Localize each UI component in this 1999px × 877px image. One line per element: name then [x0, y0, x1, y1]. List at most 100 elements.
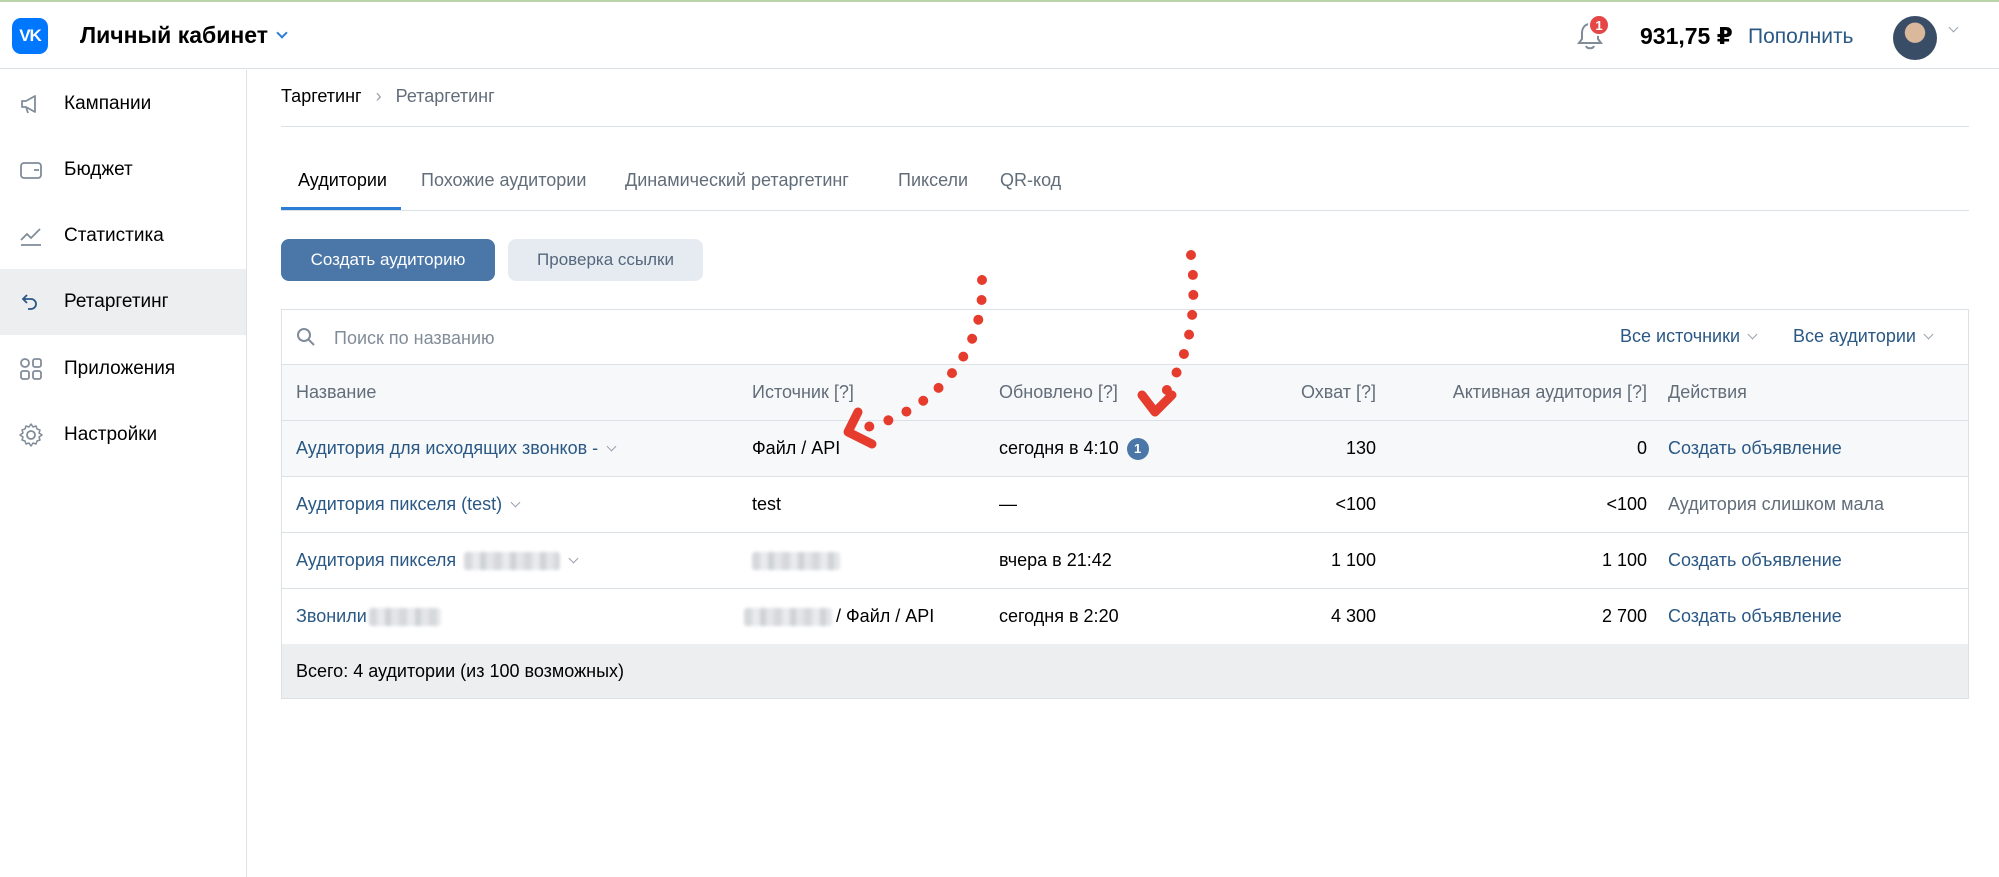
reach-cell: 130 [1345, 438, 1376, 458]
updated-cell: — [999, 494, 1017, 514]
redacted-text [752, 551, 840, 570]
wallet-icon [20, 162, 42, 179]
table-row: Звонили / Файл / API сегодня в 2:20 4 30… [282, 589, 1968, 645]
audience-name-link[interactable]: Звонили [296, 589, 441, 644]
chevron-right-icon: › [375, 86, 382, 106]
audience-name: Звонили [296, 606, 367, 626]
tab-dynamic-retargeting[interactable]: Динамический ретаргетинг [625, 170, 849, 210]
chevron-down-icon [276, 26, 288, 39]
chevron-down-icon[interactable] [1948, 22, 1959, 33]
breadcrumb: Таргетинг › Ретаргетинг [281, 86, 495, 107]
sidebar-item-label: Кампании [64, 93, 152, 114]
audience-name-link[interactable]: Аудитория пикселя (test) [296, 477, 521, 532]
reach-cell: 1 100 [1330, 550, 1376, 570]
search-bar: Все источники Все аудитории [282, 310, 1968, 365]
redacted-text [744, 607, 832, 626]
vk-logo-icon[interactable]: VK [12, 18, 48, 54]
create-ad-link[interactable]: Создать объявление [1668, 533, 1842, 588]
sidebar-item-label: Бюджет [64, 159, 133, 180]
top-header: VK Личный кабинет 1 931,75 ₽ Пополнить [0, 0, 1999, 69]
filter-sources-dropdown[interactable]: Все источники [1620, 326, 1758, 347]
tab-pixels[interactable]: Пиксели [898, 170, 968, 210]
tab-lookalike[interactable]: Похожие аудитории [421, 170, 586, 210]
filter-audiences-dropdown[interactable]: Все аудитории [1793, 326, 1934, 347]
sidebar: Кампании Бюджет Статистика Ретаргетинг П… [0, 70, 247, 877]
tab-qr-code[interactable]: QR-код [1000, 170, 1061, 210]
table-footer-total: Всего: 4 аудитории (из 100 возможных) [282, 644, 1968, 698]
sidebar-item-statistics[interactable]: Статистика [0, 203, 246, 269]
avatar[interactable] [1893, 16, 1937, 60]
tab-audiences[interactable]: Аудитории [298, 170, 387, 210]
audience-name: Аудитория пикселя [296, 550, 457, 570]
table-header: Название Источник [?] Обновлено [?] Охва… [282, 365, 1968, 421]
gear-icon [19, 423, 43, 447]
col-name[interactable]: Название [296, 365, 376, 420]
source-cell: / Файл / API [744, 589, 934, 644]
create-ad-link[interactable]: Создать объявление [1668, 589, 1842, 644]
update-count-badge[interactable]: 1 [1126, 437, 1149, 460]
col-active-audience[interactable]: Активная аудитория [?] [1382, 365, 1647, 420]
chevron-down-icon[interactable] [606, 441, 617, 451]
audience-name-link[interactable]: Аудитория для исходящих звонков - [296, 421, 617, 476]
sidebar-item-settings[interactable]: Настройки [0, 402, 246, 468]
active-audience-cell: 2 700 [1601, 606, 1647, 626]
sidebar-item-label: Статистика [64, 225, 164, 246]
sidebar-item-campaigns[interactable]: Кампании [0, 71, 246, 137]
chevron-down-icon [1747, 329, 1758, 339]
cabinet-title: Личный кабинет [80, 22, 268, 48]
audiences-table: Все источники Все аудитории Название Ист… [281, 309, 1969, 699]
redacted-text [464, 551, 561, 570]
create-audience-button[interactable]: Создать аудиторию [281, 239, 495, 281]
chevron-down-icon[interactable] [568, 553, 579, 563]
sidebar-item-budget[interactable]: Бюджет [0, 137, 246, 203]
col-actions: Действия [1668, 382, 1747, 402]
active-audience-cell: 0 [1636, 438, 1647, 458]
retarget-arrow-icon [21, 294, 37, 310]
sidebar-item-label: Приложения [64, 358, 176, 379]
updated-cell: сегодня в 2:20 [999, 606, 1119, 626]
reach-cell: 4 300 [1330, 606, 1376, 626]
source-cell: test [752, 494, 782, 514]
source-cell: Файл / API [752, 438, 841, 458]
chevron-down-icon [1923, 329, 1934, 339]
cabinet-switcher[interactable]: Личный кабинет [80, 22, 288, 49]
table-row: Аудитория пикселя вчера в 21:42 1 100 1 … [282, 533, 1968, 589]
sidebar-item-label: Ретаргетинг [64, 291, 169, 312]
breadcrumb-retargeting: Ретаргетинг [395, 86, 495, 106]
create-ad-link[interactable]: Создать объявление [1668, 421, 1842, 476]
active-audience-cell: <100 [1606, 494, 1647, 514]
table-row: Аудитория пикселя (test) test — <100 <10… [282, 477, 1968, 533]
sidebar-item-retargeting[interactable]: Ретаргетинг [0, 269, 246, 335]
redacted-text [368, 607, 441, 626]
reach-cell: <100 [1335, 494, 1376, 514]
active-audience-cell: 1 100 [1601, 550, 1647, 570]
filter-sources-label: Все источники [1620, 326, 1741, 346]
chart-line-icon [20, 228, 41, 246]
audience-too-small-text: Аудитория слишком мала [1668, 494, 1884, 514]
divider [281, 126, 1969, 127]
updated-text: сегодня в 4:10 [999, 438, 1119, 458]
tabs: Аудитории Похожие аудитории Динамический… [281, 164, 1969, 211]
sidebar-item-label: Настройки [64, 424, 158, 445]
audience-name-link[interactable]: Аудитория пикселя [296, 533, 579, 588]
apps-grid-icon [20, 358, 42, 380]
topup-link[interactable]: Пополнить [1748, 25, 1854, 49]
search-input[interactable] [334, 324, 934, 352]
sidebar-item-apps[interactable]: Приложения [0, 336, 246, 402]
audience-name: Аудитория пикселя (test) [296, 494, 503, 514]
col-updated[interactable]: Обновлено [?] [999, 365, 1118, 420]
audience-name: Аудитория для исходящих звонков - [296, 438, 599, 458]
col-source[interactable]: Источник [?] [752, 365, 854, 420]
chevron-down-icon[interactable] [510, 497, 521, 507]
source-text: / Файл / API [836, 606, 935, 626]
source-cell [752, 533, 840, 588]
updated-cell: вчера в 21:42 [999, 550, 1112, 570]
col-reach[interactable]: Охват [?] [1282, 365, 1376, 420]
breadcrumb-targeting[interactable]: Таргетинг [281, 86, 362, 107]
balance-amount: 931,75 ₽ [1640, 23, 1733, 49]
search-icon [297, 328, 315, 346]
table-row: Аудитория для исходящих звонков - Файл /… [282, 421, 1968, 477]
check-link-button[interactable]: Проверка ссылки [508, 239, 703, 281]
filter-audiences-label: Все аудитории [1793, 326, 1916, 346]
notification-badge: 1 [1588, 14, 1610, 36]
